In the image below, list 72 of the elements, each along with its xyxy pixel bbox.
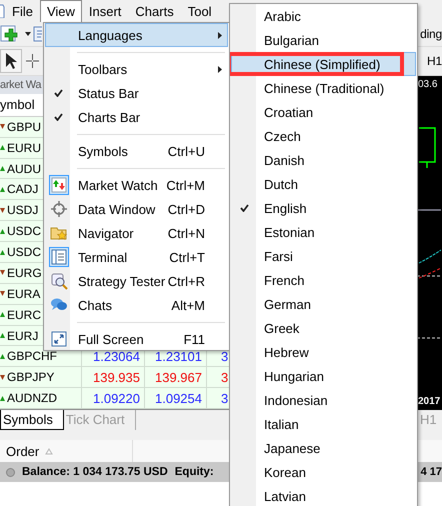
menu-bar-item[interactable]: Insert (82, 0, 128, 22)
symbol-cell: GBPCHF (7, 349, 58, 364)
symbol-cell: USDJ (7, 203, 38, 218)
caret-icon[interactable] (24, 31, 32, 37)
menu-item[interactable]: Data Window Ctrl+D (45, 197, 228, 221)
symbol-cell: GBPU (7, 120, 42, 134)
balance-text: Balance: 1 034 173.75 USD (22, 466, 168, 478)
menu-item[interactable]: Hebrew (231, 340, 416, 364)
menu-item[interactable]: Korean (231, 460, 416, 484)
symbol-cell: EURU (7, 140, 42, 155)
price-label: 03.6 (417, 78, 438, 90)
symbol-cell: EURJ (7, 328, 38, 343)
document-icon (0, 4, 5, 18)
menu-item[interactable]: Navigator Ctrl+N (45, 221, 228, 245)
menu-item[interactable]: Strategy Tester Ctrl+R (45, 269, 228, 293)
menu-item[interactable]: Arabic (231, 4, 416, 28)
menu-item[interactable]: German (231, 292, 416, 316)
menu-item[interactable]: Danish (231, 148, 416, 172)
column-header: ymbol (0, 97, 35, 112)
tab[interactable]: Symbols (0, 410, 64, 430)
table-cell: 3 (221, 390, 228, 406)
menu-item[interactable]: Greek (231, 316, 416, 340)
symbol-cell: EURA (7, 286, 40, 301)
menu-item[interactable]: French (231, 268, 416, 292)
symbol-cell: USDC (7, 245, 42, 260)
menu-item[interactable]: Bulgarian (231, 28, 416, 52)
menu-item[interactable]: Symbols Ctrl+U (45, 139, 228, 163)
column-header: Order (6, 444, 40, 458)
symbol-cell: EURC (7, 308, 42, 322)
date-label: 2017 (417, 396, 442, 409)
menu-item[interactable]: English (231, 196, 416, 220)
symbol-cell: EURG (7, 266, 42, 280)
menu-item[interactable]: Terminal Ctrl+T (45, 245, 228, 269)
menu-item[interactable]: Czech (231, 124, 416, 148)
table-cell: 3 (221, 370, 228, 385)
symbol-cell: CADJ (7, 182, 38, 196)
menu-item[interactable]: Charts Bar (45, 105, 228, 129)
menu-item[interactable]: Croatian (231, 100, 416, 124)
status-dot-icon (6, 468, 15, 476)
symbol-cell: AUDU (7, 162, 42, 176)
crosshair-icon[interactable] (25, 53, 40, 69)
menu-item[interactable]: Farsi (231, 244, 416, 268)
menu-bar-item[interactable]: Tool (180, 0, 219, 22)
menu-item[interactable]: Japanese (231, 436, 416, 460)
bid-cell: 1.09220 (93, 390, 140, 406)
bid-cell: 1.23064 (93, 348, 140, 364)
table-cell: 3 (221, 348, 228, 364)
status-text: 4 17 (420, 466, 442, 478)
menu-item[interactable]: Market Watch Ctrl+M (45, 173, 228, 197)
ask-cell: 1.09254 (155, 390, 202, 406)
menu-item[interactable]: Hungarian (231, 364, 416, 388)
menu-item[interactable]: Italian (231, 412, 416, 436)
menu-item[interactable]: Languages (45, 23, 228, 47)
bid-cell: 139.935 (93, 370, 140, 385)
menu-item[interactable]: Chats Alt+M (45, 293, 228, 317)
symbol-cell: GBPJPY (7, 370, 54, 384)
menu-bar-item[interactable]: View (40, 0, 82, 22)
cursor-icon[interactable] (0, 49, 22, 73)
symbol-cell: AUDNZD (7, 391, 57, 406)
menu-bar-item[interactable]: Charts (128, 0, 181, 22)
equity-label: Equity: (174, 466, 214, 478)
menu-item[interactable]: Full Screen F11 (45, 327, 228, 350)
trading-button[interactable]: ding (420, 27, 442, 41)
sort-icon (45, 448, 54, 454)
symbol-cell: USDC (7, 224, 42, 238)
timeframe-button[interactable]: H1 (427, 54, 442, 68)
menu-bar-item[interactable]: File (5, 0, 40, 22)
menu-item[interactable]: Dutch (231, 172, 416, 196)
menu-item[interactable]: Indonesian (231, 388, 416, 412)
ask-cell: 1.23101 (155, 348, 202, 364)
menu-item[interactable]: Estonian (231, 220, 416, 244)
ask-cell: 139.967 (155, 370, 202, 385)
